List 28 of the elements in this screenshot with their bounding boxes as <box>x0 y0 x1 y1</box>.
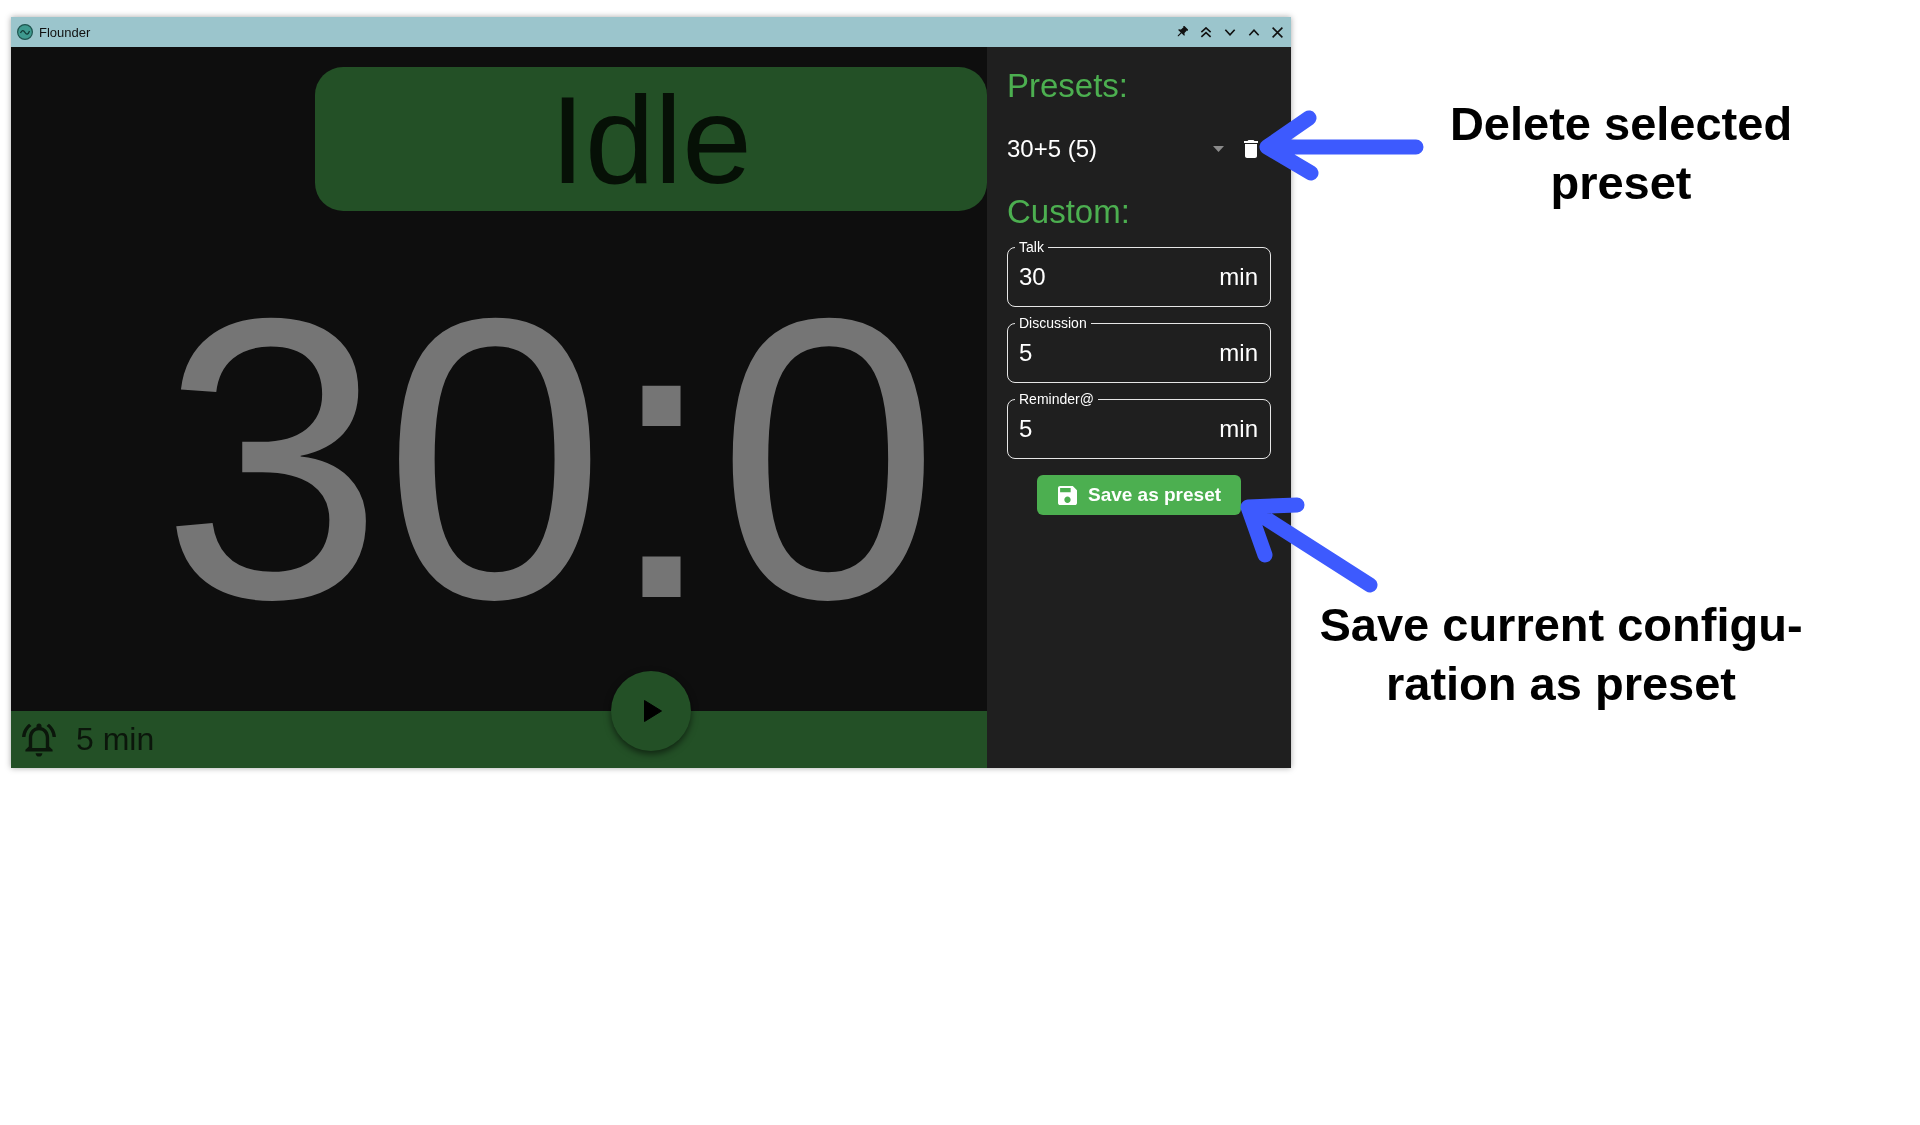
field-value: 30 <box>1019 263 1046 291</box>
double-chevron-up-icon[interactable] <box>1200 26 1212 38</box>
field-label: Reminder@ <box>1015 390 1098 408</box>
logo-icon <box>17 24 33 40</box>
bell-icon <box>22 722 56 757</box>
play-icon <box>643 699 663 723</box>
delete-button[interactable] <box>1244 140 1258 158</box>
preset-select[interactable]: 30+5 (5) <box>1007 129 1230 169</box>
unit-label: min <box>1219 263 1258 291</box>
unit-label: min <box>1219 339 1258 367</box>
annotation-text: Save current configu- ration as preset <box>1319 597 1803 712</box>
unit-label: min <box>1219 415 1258 443</box>
field-value: 5 <box>1019 339 1033 367</box>
caret-icon <box>1213 146 1224 152</box>
chevron-down-icon[interactable] <box>1224 28 1236 36</box>
arrow-icon <box>1258 109 1425 182</box>
section-heading: Presets: <box>1007 66 1129 106</box>
pin-icon[interactable] <box>1176 26 1188 38</box>
timer-display: 30:0 <box>161 259 940 659</box>
window-title: Flounder <box>39 24 91 40</box>
field-value: 5 <box>1019 415 1033 443</box>
reminder-label: 5 min <box>76 721 155 758</box>
annotation-text: Delete selected preset <box>1449 96 1793 211</box>
chevron-up-icon[interactable] <box>1248 28 1260 36</box>
status-banner: Idle <box>315 67 987 211</box>
section-heading: Custom: <box>1007 192 1130 232</box>
trash-icon <box>1244 140 1258 158</box>
close-icon[interactable] <box>1272 26 1283 38</box>
